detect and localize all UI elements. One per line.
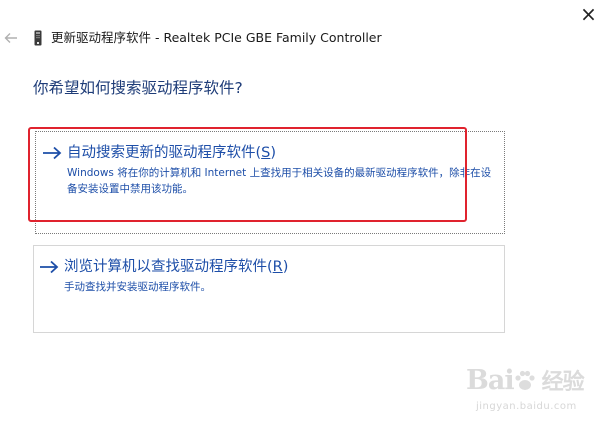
update-driver-dialog: × 更新驱动程序软件 - Realtek PCIe GBE Family Con… (0, 0, 606, 434)
browse-computer-option[interactable]: 浏览计算机以查找驱动程序软件(R) 手动查找并安装驱动程序软件。 (33, 245, 505, 333)
window-title: 更新驱动程序软件 - Realtek PCIe GBE Family Contr… (51, 30, 382, 45)
paw-icon (515, 370, 535, 390)
right-arrow-icon (42, 145, 64, 161)
close-button[interactable]: × (571, 0, 606, 28)
network-adapter-icon (34, 30, 42, 46)
watermark-brand: Bai 经验 (466, 365, 585, 396)
back-arrow-icon (4, 33, 17, 43)
auto-search-title[interactable]: 自动搜索更新的驱动程序软件(S) (67, 144, 276, 162)
auto-search-option[interactable]: 自动搜索更新的驱动程序软件(S) Windows 将在你的计算机和 Intern… (35, 131, 505, 234)
close-icon: × (580, 2, 597, 26)
auto-search-description: Windows 将在你的计算机和 Internet 上查找用于相关设备的最新驱动… (67, 167, 492, 195)
page-question: 你希望如何搜索驱动程序软件? (33, 79, 243, 97)
browse-computer-accel: R (272, 259, 283, 275)
auto-search-title-row[interactable]: 自动搜索更新的驱动程序软件(S) (42, 144, 276, 162)
baidu-jingyan-watermark: Bai 经验 jingyan.baidu.com (466, 364, 598, 426)
browse-computer-title[interactable]: 浏览计算机以查找驱动程序软件(R) (64, 258, 288, 276)
back-button[interactable] (2, 29, 20, 47)
watermark-site: jingyan.baidu.com (476, 401, 577, 412)
auto-search-accel: S (261, 145, 271, 161)
right-arrow-icon (39, 259, 61, 275)
browse-computer-description: 手动查找并安装驱动程序软件。 (64, 281, 211, 293)
browse-computer-title-row[interactable]: 浏览计算机以查找驱动程序软件(R) (39, 258, 288, 276)
